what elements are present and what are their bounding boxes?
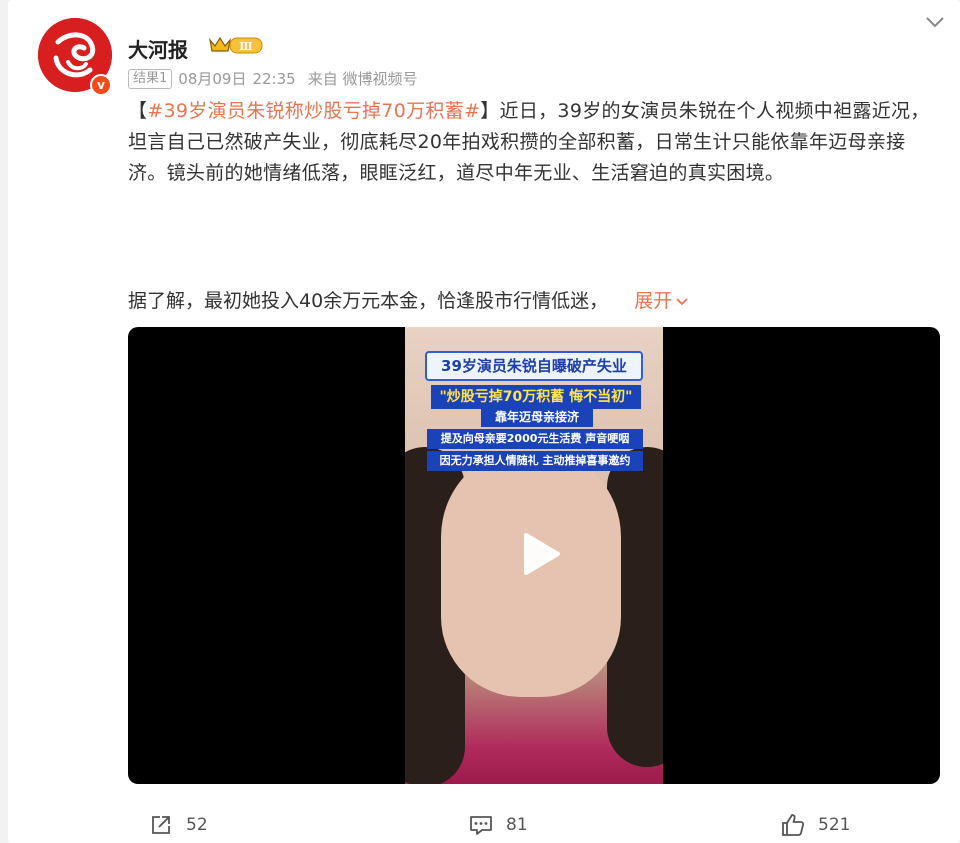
- bracket-open: 【: [128, 100, 148, 122]
- share-icon: [152, 816, 170, 834]
- play-icon[interactable]: [512, 527, 566, 581]
- post-source: 来自 微博视频号: [307, 70, 418, 88]
- expand-link[interactable]: 展开: [634, 290, 689, 312]
- chevron-down-icon: [676, 297, 688, 305]
- thumbs-up-icon: [782, 814, 805, 836]
- like-count: 521: [818, 815, 851, 835]
- share-count: 52: [186, 815, 208, 835]
- para2-text: 据了解，最初她投入40余万元本金，恰逢股市行情低迷，: [128, 290, 609, 312]
- expand-label: 展开: [634, 290, 673, 312]
- post-meta: 结果1 08月09日 22:35 来自 微博视频号: [128, 68, 417, 89]
- result-tag: 结果1: [128, 68, 173, 89]
- post-date[interactable]: 08月09日: [178, 68, 246, 89]
- post-body: 【#39岁演员朱锐称炒股亏掉70万积蓄#】近日，39岁的女演员朱锐在个人视频中袒…: [128, 96, 940, 189]
- weibo-post-card: v 大河报 Ⅲ 结果1 08月09日 22:35 来自 微博视频号 【#39岁演…: [8, 0, 960, 843]
- video-caption-line3: 靠年迈母亲接济: [481, 407, 593, 427]
- comment-icon: [470, 816, 492, 835]
- video-caption-title: 39岁演员朱锐自曝破产失业: [425, 351, 643, 381]
- post-time[interactable]: 22:35: [252, 70, 295, 88]
- comment-button[interactable]: 81: [468, 812, 528, 838]
- action-bar: 52 81 521: [128, 812, 940, 840]
- level-badge-text: Ⅲ: [239, 40, 252, 53]
- video-player[interactable]: 39岁演员朱锐自曝破产失业 "炒股亏掉70万积蓄 悔不当初" 靠年迈母亲接济 提…: [128, 327, 940, 784]
- member-level-badge-icon[interactable]: Ⅲ: [206, 34, 264, 56]
- video-caption-line4: 提及向母亲要2000元生活费 声音哽咽: [427, 429, 643, 449]
- video-caption-line5: 因无力承担人情随礼 主动推掉喜事邀约: [427, 451, 643, 471]
- post-paragraph-2: 据了解，最初她投入40余万元本金，恰逢股市行情低迷， 展开: [128, 286, 689, 313]
- comment-count: 81: [506, 815, 528, 835]
- author-name[interactable]: 大河报: [128, 34, 188, 63]
- verified-badge: v: [90, 74, 112, 96]
- share-button[interactable]: 52: [148, 812, 208, 838]
- video-caption-quote: "炒股亏掉70万积蓄 悔不当初": [431, 385, 641, 409]
- like-button[interactable]: 521: [780, 812, 850, 838]
- chevron-down-icon[interactable]: [924, 14, 946, 30]
- hashtag-link[interactable]: #39岁演员朱锐称炒股亏掉70万积蓄#: [147, 100, 480, 122]
- bracket-close: 】: [480, 100, 500, 122]
